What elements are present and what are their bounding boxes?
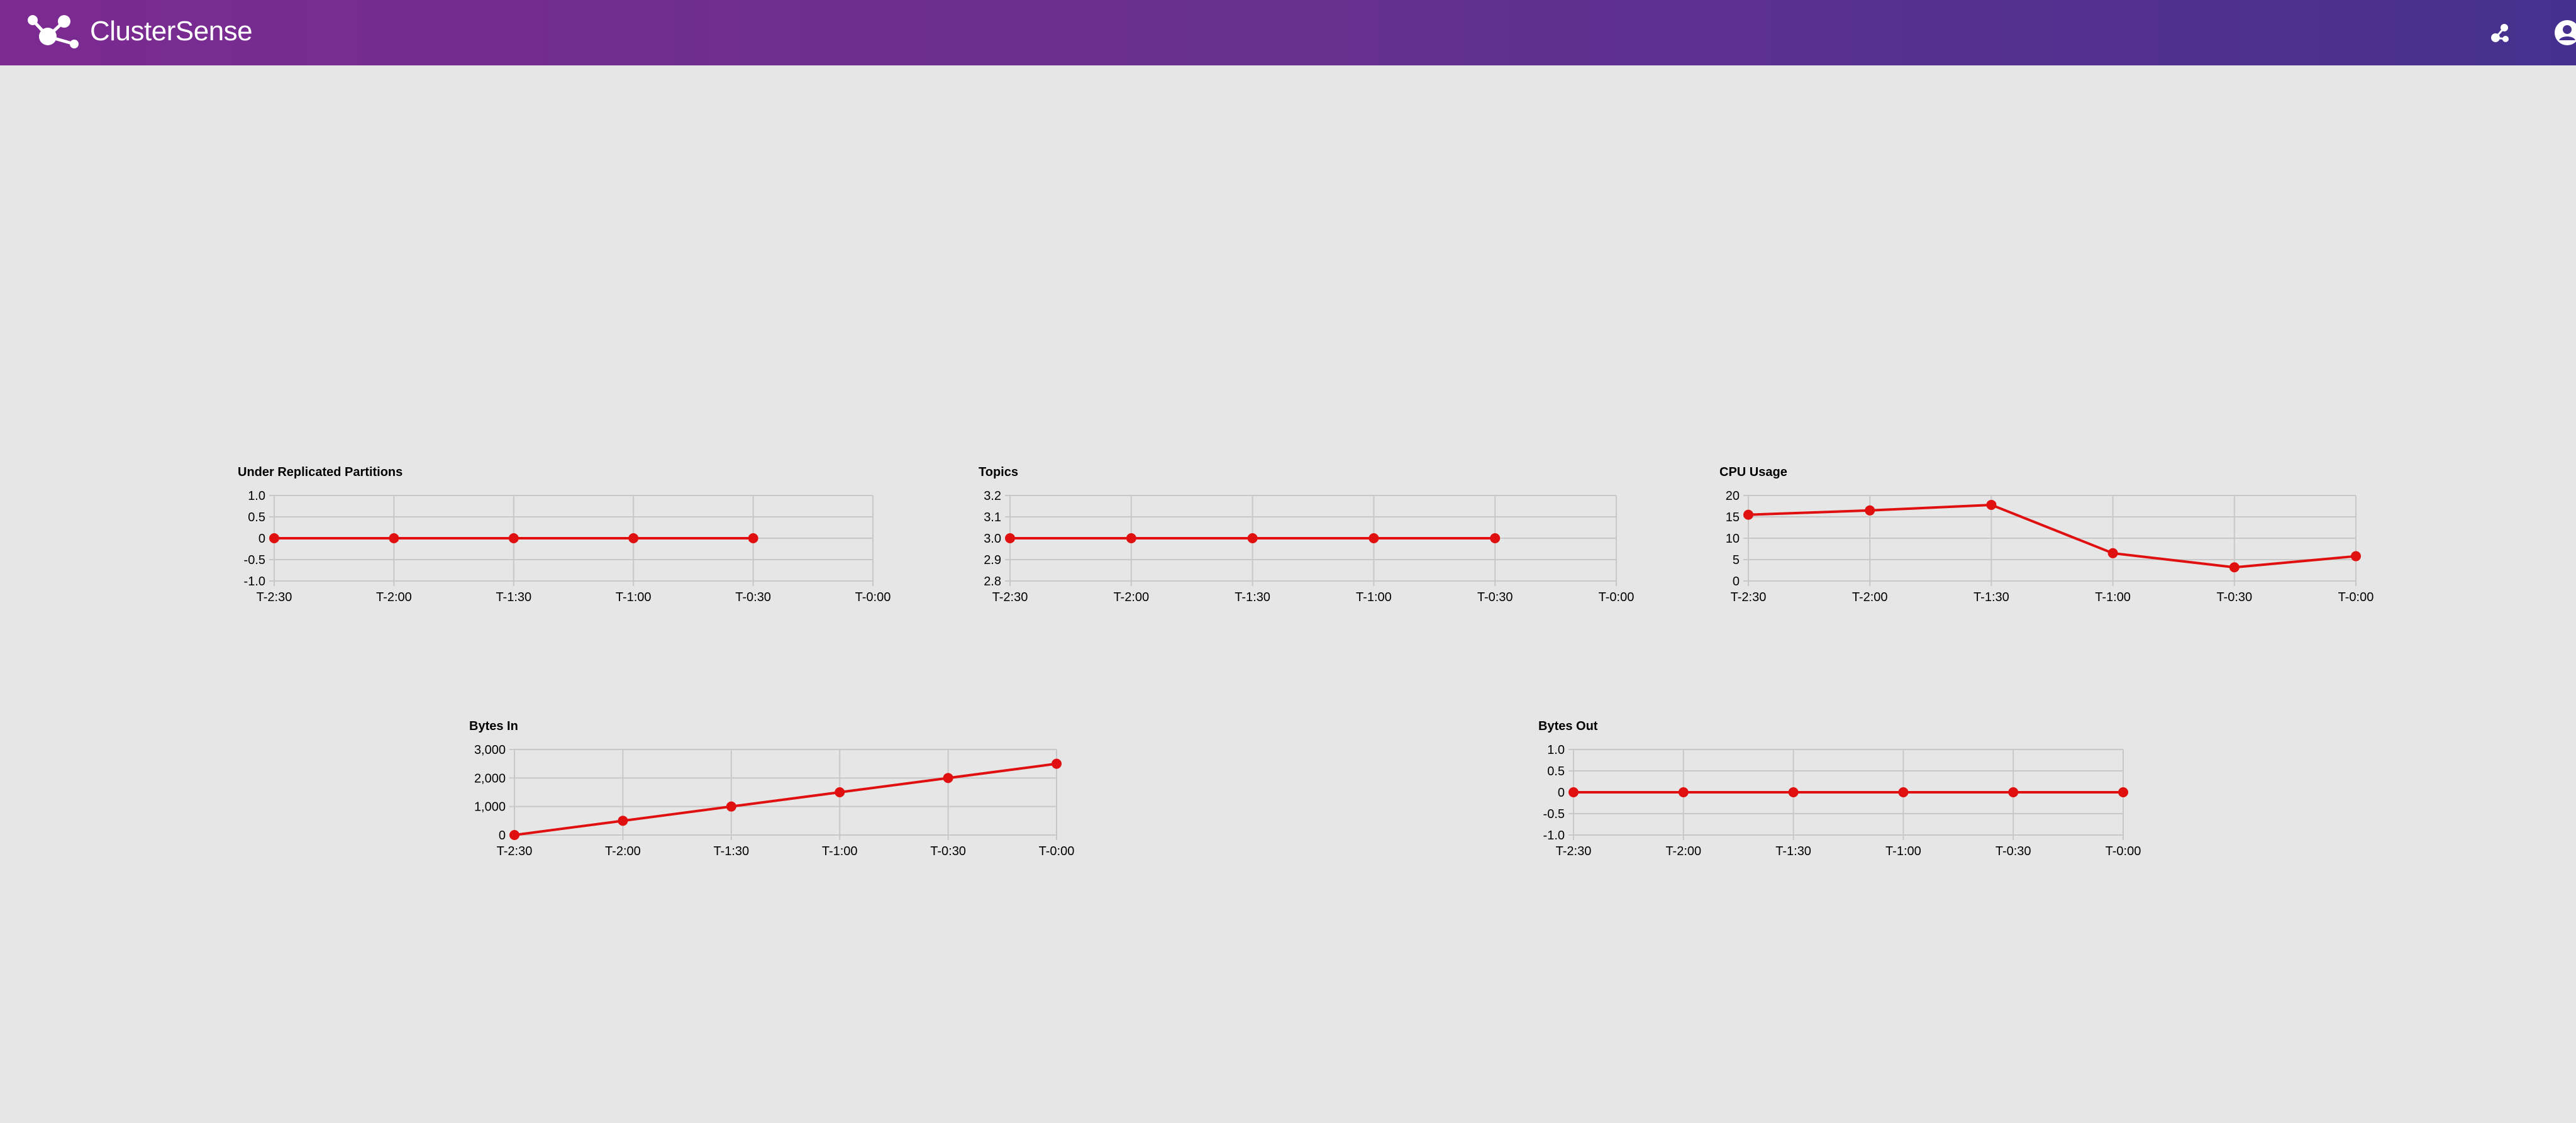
chart-plot: 1.0 0.5 0 -0.5 -1.0T-2:30 T-2:00 T-1:30 T-1:00 T…	[1543, 743, 2141, 858]
y-tick-label: 0	[1733, 575, 1740, 589]
y-tick-label: 1,000	[474, 800, 506, 814]
y-tick-label: 3.1	[984, 511, 1001, 524]
y-tick-label: 5	[1733, 553, 1740, 567]
y-tick-label: 0.5	[248, 511, 265, 524]
x-tick-label: T-1:30	[713, 844, 749, 858]
data-point	[943, 773, 953, 783]
data-point	[2107, 548, 2118, 558]
x-tick-label: T-0:30	[2216, 590, 2252, 604]
y-tick-label: 1.0	[1547, 743, 1565, 757]
top-app-bar: ClusterSense	[0, 0, 2576, 65]
x-tick-label: T-2:00	[1852, 590, 1888, 604]
data-point	[1052, 758, 1062, 769]
data-point	[1368, 533, 1379, 543]
data-point	[1743, 509, 1753, 520]
y-tick-label: 3,000	[474, 743, 506, 757]
data-point	[2229, 562, 2240, 573]
y-tick-label: 10	[1726, 532, 1740, 546]
x-tick-label: T-1:30	[496, 590, 531, 604]
data-point	[1568, 787, 1579, 797]
y-tick-label: 15	[1726, 511, 1740, 524]
data-point	[1986, 499, 1997, 510]
y-tick-label: 3.0	[984, 532, 1001, 546]
y-tick-label: -0.5	[1543, 807, 1565, 821]
y-tick-label: 2.9	[984, 553, 1001, 567]
x-tick-label: T-1:30	[1775, 844, 1811, 858]
data-point	[1865, 505, 1875, 516]
data-point	[618, 816, 628, 826]
data-point	[1678, 787, 1689, 797]
x-tick-label: T-1:30	[1974, 590, 2009, 604]
x-tick-label: T-0:30	[1477, 590, 1513, 604]
chart-plot: 20 15 10 5 0T-2:30 T-2:00 T-1:30 T-1:00 T-0:30 T-…	[1726, 489, 2374, 604]
x-tick-label: T-1:00	[2095, 590, 2131, 604]
x-tick-label: T-0:00	[1039, 844, 1075, 858]
data-point	[1788, 787, 1799, 797]
data-point	[508, 533, 519, 543]
network-icon[interactable]	[2487, 19, 2514, 47]
series-line	[1748, 503, 2357, 569]
y-tick-label: 2.8	[984, 575, 1001, 589]
x-tick-label: T-0:00	[2338, 590, 2374, 604]
data-point	[1490, 533, 1501, 543]
data-point	[628, 533, 639, 543]
x-tick-label: T-0:30	[930, 844, 966, 858]
x-tick-label: T-2:30	[257, 590, 292, 604]
x-tick-label: T-0:30	[1996, 844, 2031, 858]
x-tick-label: T-2:00	[1113, 590, 1149, 604]
x-tick-label: T-0:00	[2106, 844, 2141, 858]
y-tick-label: 0	[258, 532, 265, 546]
data-point	[1126, 533, 1136, 543]
data-point	[509, 830, 519, 840]
chart-cpu-usage: CPU Usage 20 15 10 5 0 T-2:30 T-2:00 T-1:30 T-1:…	[1719, 465, 2386, 610]
y-tick-label: 0	[1558, 786, 1565, 800]
x-tick-label: T-0:00	[855, 590, 891, 604]
chart-plot: 3,000 2,000 1,000 0T-2:30 T-2:00 T-1:30 T-1:00…	[474, 743, 1075, 858]
data-point	[835, 787, 845, 797]
x-tick-label: T-2:00	[376, 590, 412, 604]
cluster-logo-icon[interactable]	[25, 11, 82, 52]
data-point	[1247, 533, 1258, 543]
x-tick-label: T-2:00	[1665, 844, 1701, 858]
data-point	[2008, 787, 2019, 797]
data-point	[1898, 787, 1909, 797]
y-tick-label: 0.5	[1547, 765, 1565, 778]
x-tick-label: T-2:00	[605, 844, 641, 858]
data-point	[748, 533, 758, 543]
x-tick-label: T-2:30	[992, 590, 1028, 604]
series-line	[514, 762, 1057, 836]
chart-bytes-in: Bytes In 3,000 2,000 1,000 0 T-2:30 T-2:00 T-1…	[469, 719, 1092, 864]
y-tick-label: 20	[1726, 489, 1740, 503]
data-point	[726, 801, 736, 812]
y-tick-label: 1.0	[248, 489, 265, 503]
account-circle-icon[interactable]	[2553, 19, 2576, 47]
x-tick-label: T-0:00	[1599, 590, 1635, 604]
chart-plot: 1.0 0.5 0 -0.5 -1.0T-2:30 T-2:00 T-1:30 T-1:00 T…	[244, 489, 891, 604]
x-tick-label: T-1:30	[1235, 590, 1270, 604]
y-tick-label: -1.0	[1543, 829, 1565, 843]
data-point	[389, 533, 399, 543]
chart-bytes-out: Bytes Out 1.0 0.5 0 -0.5 -1.0 T-2:30 T-2:00 T-1…	[1538, 719, 2161, 864]
y-tick-label: 0	[499, 829, 506, 843]
x-tick-label: T-1:00	[1356, 590, 1392, 604]
x-tick-label: T-2:30	[1556, 844, 1592, 858]
x-tick-label: T-1:00	[1885, 844, 1921, 858]
chart-under-replicated-partitions: Under Replicated Partitions 1.0 0.5 0 -0.5-…	[238, 465, 904, 610]
x-tick-label: T-2:30	[497, 844, 533, 858]
x-tick-label: T-0:30	[735, 590, 771, 604]
x-tick-label: T-1:00	[822, 844, 858, 858]
x-tick-label: T-1:00	[616, 590, 652, 604]
y-tick-label: -1.0	[244, 575, 265, 589]
data-point	[2118, 787, 2128, 797]
y-tick-label: 3.2	[984, 489, 1001, 503]
data-point	[269, 533, 279, 543]
app-title[interactable]: ClusterSense	[90, 14, 253, 49]
y-tick-label: -0.5	[244, 553, 265, 567]
data-point	[1005, 533, 1015, 543]
y-tick-label: 2,000	[474, 772, 506, 785]
chart-topics: Topics 3.2 3.1 3.0 2.9 2.8 T-2:30 T-2:00 T-1:30…	[979, 465, 1645, 610]
x-tick-label: T-2:30	[1731, 590, 1767, 604]
chart-plot: 3.2 3.1 3.0 2.9 2.8T-2:30 T-2:00 T-1:30 T-1:00 T…	[984, 489, 1635, 604]
data-point	[2351, 551, 2361, 562]
